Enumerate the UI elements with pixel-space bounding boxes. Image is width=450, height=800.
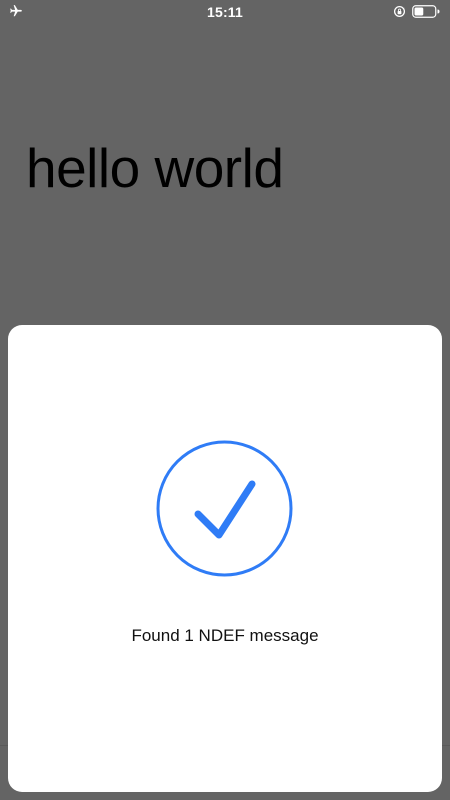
rotation-lock-icon <box>393 5 406 18</box>
hello-world-label: hello world <box>26 137 284 199</box>
checkmark-circle-icon <box>156 440 293 577</box>
app-screen: 15:11 hello world Found 1 NDEF message <box>0 0 450 800</box>
battery-icon <box>412 5 440 18</box>
scan-result-message: Found 1 NDEF message <box>131 626 319 645</box>
nfc-scan-sheet: Found 1 NDEF message <box>8 325 442 792</box>
status-time: 15:11 <box>206 4 244 20</box>
status-bar: 15:11 <box>0 0 450 24</box>
